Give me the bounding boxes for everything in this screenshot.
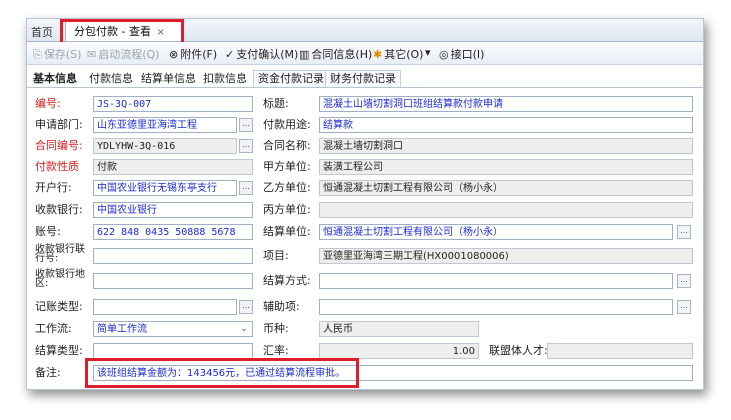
bank-code-field[interactable] xyxy=(93,248,253,264)
receiving-bank-field[interactable]: 中国农业银行 xyxy=(93,202,253,218)
tab-payment-info[interactable]: 付款信息 xyxy=(89,71,133,87)
settlement-method-field[interactable] xyxy=(319,273,673,289)
title-label: 标题: xyxy=(263,97,289,110)
party-b-field: 恒通混凝土切割工程有限公司（杨小永） xyxy=(319,180,693,196)
settlement-unit-field[interactable]: 恒通混凝土切割工程有限公司（杨小永） xyxy=(319,224,673,240)
contract-number-field[interactable]: YDLYHW-3Q-016 xyxy=(93,138,237,154)
alliance-talent-field xyxy=(547,343,693,359)
tab-fund-payment-records[interactable]: 资金付款记录 xyxy=(253,70,329,87)
save-icon: ⎘ xyxy=(33,48,42,61)
department-lookup-button[interactable]: ... xyxy=(239,118,253,132)
party-c-label: 丙方单位: xyxy=(263,203,311,216)
workflow-select[interactable]: 简单工作流 xyxy=(93,321,253,337)
attachment-button[interactable]: ⊗ 附件(F) xyxy=(169,46,217,62)
number-field[interactable]: JS-3Q-007 xyxy=(93,96,253,112)
workflow-label: 工作流: xyxy=(35,322,72,335)
project-field: 亚德里亚海湾三期工程(HX0001080006) xyxy=(319,248,693,264)
chevron-down-icon: ▾ xyxy=(425,46,431,59)
contract-name-label: 合同名称: xyxy=(263,139,311,152)
check-icon: ✓ xyxy=(225,48,235,61)
exchange-rate-label: 汇率: xyxy=(263,344,289,357)
window: 首页 分包付款 - 查看 × ⎘ 保存(S) ✉ 启动流程(Q) ⊗ 附件(F) ✓ 支… xyxy=(26,18,704,390)
title-field[interactable]: 混凝土山墙切割洞口班组结算款付款申请 xyxy=(319,96,693,112)
currency-field: 人民币 xyxy=(319,321,479,337)
purpose-label: 付款用途: xyxy=(263,118,311,131)
bank-lookup-button[interactable]: ... xyxy=(239,181,253,195)
party-a-field: 装潢工程公司 xyxy=(319,159,693,175)
department-label: 申请部门: xyxy=(35,118,83,131)
account-field[interactable]: 622 848 0435 50888 5678 xyxy=(93,224,253,240)
settlement-method-lookup-button[interactable]: ... xyxy=(677,274,691,288)
attachment-icon: ⊗ xyxy=(169,48,179,61)
tab-settlement-info[interactable]: 结算单信息 xyxy=(141,71,196,87)
remarks-label: 备注: xyxy=(35,366,61,379)
sub-tab-bar: 基本信息 付款信息 结算单信息 扣款信息 资金付款记录 财务付款记录 xyxy=(27,69,703,88)
settlement-method-label: 结算方式: xyxy=(263,274,311,287)
receiving-bank-label: 收款银行: xyxy=(35,203,83,216)
chevron-down-icon[interactable]: ⌄ xyxy=(237,322,251,336)
remarks-field[interactable]: 该班组结算金额为：143456元，已通过结算流程审批。 xyxy=(93,365,693,381)
party-a-label: 甲方单位: xyxy=(263,160,311,173)
auxiliary-label: 辅助项: xyxy=(263,300,300,313)
currency-label: 币种: xyxy=(263,322,289,335)
other-dropdown[interactable]: ▾ xyxy=(425,46,433,59)
settlement-unit-label: 结算单位: xyxy=(263,225,311,238)
bank-field[interactable]: 中国农业银行无锡东亭支行 xyxy=(93,180,237,196)
toolbar: ⎘ 保存(S) ✉ 启动流程(Q) ⊗ 附件(F) ✓ 支付确认(M) ▥ 合同信息(H)… xyxy=(27,42,703,65)
account-type-label: 记账类型: xyxy=(35,300,83,313)
settlement-unit-lookup-button[interactable]: ... xyxy=(677,225,691,239)
party-b-label: 乙方单位: xyxy=(263,181,311,194)
tab-home[interactable]: 首页 xyxy=(31,24,53,40)
account-type-field[interactable] xyxy=(93,299,237,315)
start-workflow-button[interactable]: ✉ 启动流程(Q) xyxy=(87,46,159,62)
contract-number-label: 合同编号: xyxy=(35,139,83,152)
purpose-field[interactable]: 结算款 xyxy=(319,117,693,133)
account-label: 账号: xyxy=(35,225,61,238)
contract-info-button[interactable]: ▥ 合同信息(H) xyxy=(299,46,372,62)
settlement-type-label: 结算类型: xyxy=(35,344,83,357)
tab-basic-info[interactable]: 基本信息 xyxy=(33,71,77,87)
bank-code-label: 收款银行联行号: xyxy=(35,244,85,264)
number-label: 编号: xyxy=(35,97,61,110)
contract-name-field: 混凝土墙切割洞口 xyxy=(319,138,693,154)
bank-label: 开户行: xyxy=(35,181,72,194)
bank-region-label: 收款银行地区: xyxy=(35,269,85,289)
interface-button[interactable]: ◎ 接口(I) xyxy=(439,46,484,62)
payment-nature-label: 付款性质 xyxy=(35,160,79,173)
payment-nature-field: 付款 xyxy=(93,159,253,175)
mail-icon: ✉ xyxy=(87,48,97,61)
alliance-talent-label: 联盟体人才: xyxy=(489,344,548,357)
auxiliary-lookup-button[interactable]: ... xyxy=(677,300,691,314)
tab-finance-payment-records[interactable]: 财务付款记录 xyxy=(325,70,401,87)
save-button[interactable]: ⎘ 保存(S) xyxy=(33,46,81,62)
close-icon[interactable]: × xyxy=(156,27,164,38)
auxiliary-field[interactable] xyxy=(319,299,673,315)
settlement-type-field[interactable] xyxy=(93,343,253,359)
star-icon: ✱ xyxy=(373,48,383,61)
project-label: 项目: xyxy=(263,249,289,262)
payment-confirm-button[interactable]: ✓ 支付确认(M) xyxy=(225,46,298,62)
exchange-rate-field: 1.00 xyxy=(319,343,479,359)
bank-region-field[interactable] xyxy=(93,273,253,289)
other-button[interactable]: ✱ 其它(O) xyxy=(373,46,423,62)
account-type-lookup-button[interactable]: ... xyxy=(239,300,253,314)
department-field[interactable]: 山东亚德里亚海湾工程 xyxy=(93,117,237,133)
contract-lookup-button[interactable]: ... xyxy=(239,139,253,153)
tab-bar: 首页 分包付款 - 查看 × xyxy=(27,19,703,42)
tab-deduction-info[interactable]: 扣款信息 xyxy=(203,71,247,87)
tab-label: 分包付款 - 查看 xyxy=(74,25,151,38)
interface-icon: ◎ xyxy=(439,48,449,61)
tab-subcontract-payment-view[interactable]: 分包付款 - 查看 × xyxy=(65,21,183,41)
party-c-field xyxy=(319,202,693,218)
contract-icon: ▥ xyxy=(299,48,310,61)
